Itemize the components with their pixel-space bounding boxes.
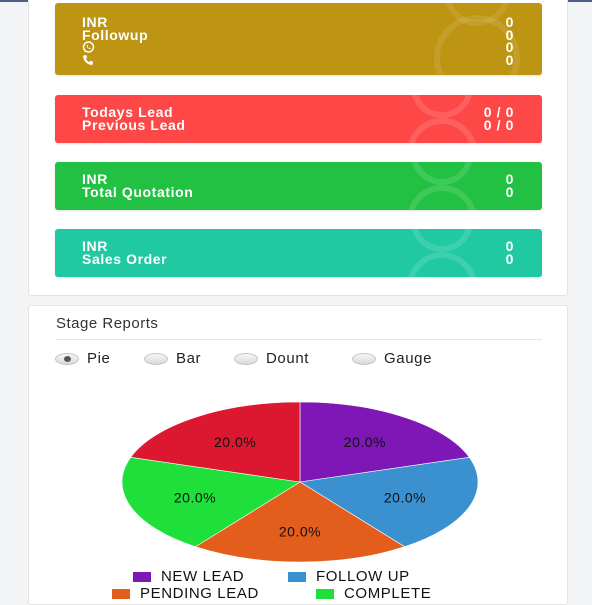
legend-label: NEW LEAD (161, 568, 245, 585)
radio-unselected-icon[interactable] (234, 352, 258, 365)
followup-label: Followup (82, 26, 149, 43)
legend-swatch (112, 588, 130, 599)
stage-reports-title: Stage Reports (56, 315, 159, 332)
lead-card[interactable]: Todays Lead 0 / 0 Previous Lead 0 / 0 (55, 95, 542, 143)
previous-lead-row: Previous Lead 0 / 0 (82, 116, 514, 133)
legend-label: COMPLETE (344, 585, 432, 602)
phone-row: 0 (82, 51, 514, 68)
sales-order-row: Sales Order 0 (82, 250, 514, 267)
pie-slice-label: 20.0% (279, 524, 321, 540)
chart-type-pie-label: Pie (87, 350, 111, 367)
chart-type-bar-label: Bar (176, 350, 202, 367)
chart-type-dount-label: Dount (266, 350, 310, 367)
sales-order-value: 0 (505, 250, 514, 267)
divider (56, 339, 542, 340)
total-quotation-row: Total Quotation 0 (82, 183, 514, 200)
sales-order-card[interactable]: INR 0 Sales Order 0 (55, 229, 542, 277)
legend-item-pending-lead[interactable]: PENDING LEAD (112, 585, 259, 602)
legend-swatch (288, 571, 306, 582)
legend-label: PENDING LEAD (140, 585, 259, 602)
pie-slice-label: 20.0% (384, 489, 426, 505)
chart-type-bar-radio[interactable]: Bar (144, 350, 201, 367)
previous-lead-label: Previous Lead (82, 116, 186, 133)
chart-type-pie-radio[interactable]: Pie (55, 350, 110, 367)
quotation-card[interactable]: INR 0 Total Quotation 0 (55, 162, 542, 210)
stage-pie-chart: 20.0% 20.0% 20.0% 20.0% 20.0% (121, 401, 479, 563)
followup-row: Followup 0 (82, 26, 514, 43)
inr-followup-card[interactable]: INR 0 Followup 0 0 0 (55, 3, 542, 75)
chart-type-gauge-radio[interactable]: Gauge (352, 350, 432, 367)
legend-item-new-lead[interactable]: NEW LEAD (133, 568, 244, 585)
legend-label: FOLLOW UP (316, 568, 410, 585)
legend-swatch (133, 571, 151, 582)
whatsapp-icon (82, 41, 96, 53)
pie-slice-label: 20.0% (344, 434, 386, 450)
pie-slice-label: 20.0% (174, 489, 216, 505)
legend-item-complete[interactable]: COMPLETE (316, 585, 431, 602)
chart-type-dount-radio[interactable]: Dount (234, 350, 309, 367)
legend-item-follow-up[interactable]: FOLLOW UP (288, 568, 410, 585)
pie-slice-label: 20.0% (214, 434, 256, 450)
radio-unselected-icon[interactable] (352, 352, 376, 365)
chart-type-gauge-label: Gauge (384, 350, 433, 367)
legend-swatch (316, 588, 334, 599)
radio-unselected-icon[interactable] (144, 352, 168, 365)
total-quotation-label: Total Quotation (82, 183, 194, 200)
previous-lead-value: 0 / 0 (483, 116, 514, 133)
total-quotation-value: 0 (505, 183, 514, 200)
radio-selected-icon[interactable] (55, 352, 79, 365)
sales-order-label: Sales Order (82, 250, 168, 267)
whatsapp-row: 0 (82, 40, 514, 54)
phone-icon (82, 54, 96, 66)
phone-value: 0 (505, 51, 514, 68)
